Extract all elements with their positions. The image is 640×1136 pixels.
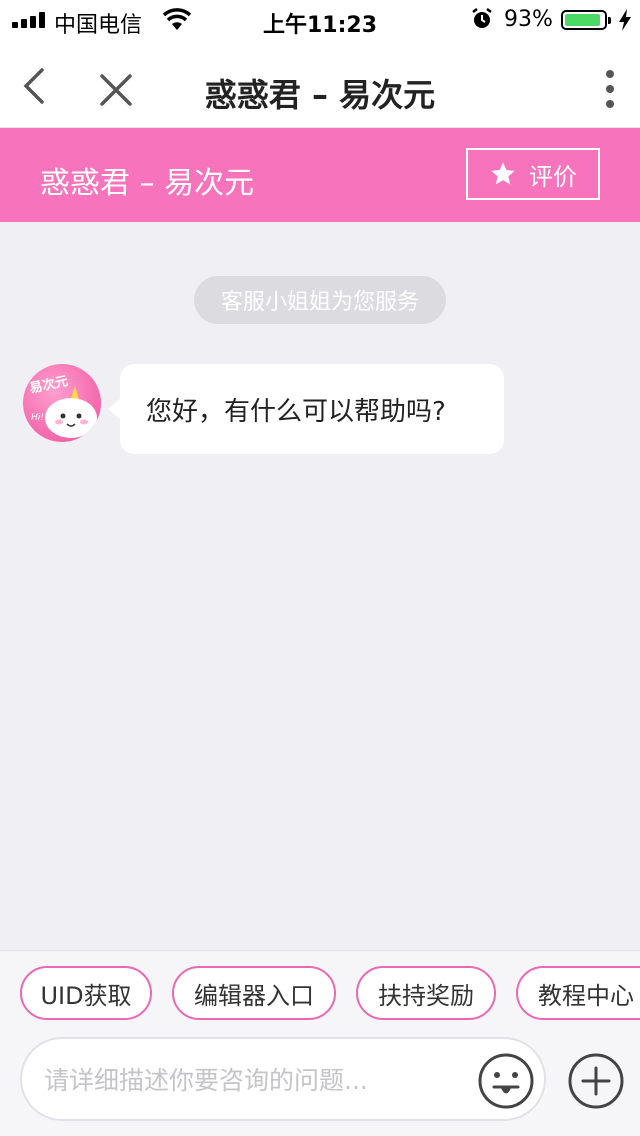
charging-icon (619, 9, 631, 31)
message-text: 您好，有什么可以帮助吗? (146, 396, 446, 427)
agent-message-bubble: 您好，有什么可以帮助吗? (108, 364, 504, 454)
input-panel: UID获取 编辑器入口 扶持奖励 教程中心 请详细描述你要咨询的问题... (0, 950, 640, 1136)
service-title: 惑惑君 – 易次元 (40, 166, 255, 201)
nav-bar: 惑惑君 – 易次元 (0, 40, 640, 128)
message-input[interactable]: 请详细描述你要咨询的问题... (20, 1037, 546, 1121)
quick-reply-editor[interactable]: 编辑器入口 (172, 966, 336, 1020)
rate-button[interactable]: 评价 (466, 148, 600, 200)
screen: 中国电信 上午11:23 93% 惑惑君 – 易次元 惑惑君 – 易次元 评价 … (0, 0, 640, 1136)
quick-reply-uid[interactable]: UID获取 (20, 966, 152, 1020)
agent-avatar[interactable]: 易次元 Hi! (23, 364, 101, 442)
battery-percent: 93% (504, 7, 553, 32)
system-notice: 客服小姐姐为您服务 (194, 276, 446, 324)
svg-text:Hi!: Hi! (31, 413, 44, 423)
emoji-button[interactable] (476, 1051, 536, 1111)
message-input-placeholder: 请详细描述你要咨询的问题... (44, 1066, 368, 1095)
chat-area[interactable]: 客服小姐姐为您服务 易次元 Hi! 您好，有什么可以帮助吗? (0, 222, 640, 950)
more-menu-button[interactable] (596, 68, 624, 112)
battery-icon (561, 10, 611, 30)
quick-reply-support[interactable]: 扶持奖励 (356, 966, 496, 1020)
service-header: 惑惑君 – 易次元 评价 (0, 128, 640, 222)
rate-label: 评价 (529, 162, 577, 191)
page-title: 惑惑君 – 易次元 (204, 76, 436, 114)
back-button[interactable] (16, 64, 56, 108)
star-icon (491, 162, 515, 185)
close-button[interactable] (96, 70, 136, 110)
alarm-icon (472, 8, 492, 28)
quick-reply-tutorial[interactable]: 教程中心 (516, 966, 640, 1020)
mascot-icon: 易次元 Hi! (28, 373, 97, 438)
status-bar: 中国电信 上午11:23 93% (0, 0, 640, 40)
svg-text:易次元: 易次元 (28, 373, 69, 397)
add-button[interactable] (566, 1051, 626, 1111)
